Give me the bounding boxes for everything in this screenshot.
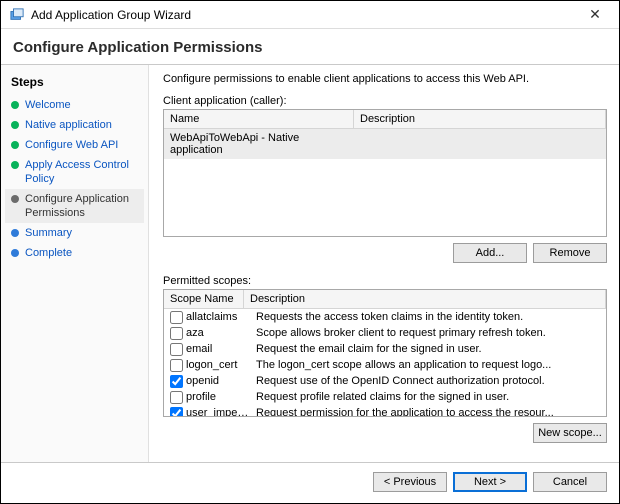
- step-label: Welcome: [25, 98, 71, 112]
- step-configure-application-permissions: Configure Application Permissions: [5, 189, 144, 223]
- step-apply-access-control-policy[interactable]: Apply Access Control Policy: [5, 155, 144, 189]
- client-row[interactable]: WebApiToWebApi - Native application: [164, 129, 606, 159]
- scope-row[interactable]: allatclaimsRequests the access token cla…: [164, 309, 606, 325]
- step-welcome[interactable]: Welcome: [5, 95, 144, 115]
- step-label: Native application: [25, 118, 112, 132]
- client-application-list[interactable]: Name Description WebApiToWebApi - Native…: [163, 109, 607, 237]
- scope-description: The logon_cert scope allows an applicati…: [256, 359, 602, 371]
- scope-checkbox[interactable]: [170, 407, 183, 418]
- step-bullet-icon: [11, 161, 19, 169]
- scope-name: allatclaims: [186, 311, 256, 323]
- scope-row[interactable]: azaScope allows broker client to request…: [164, 325, 606, 341]
- steps-sidebar: Steps Welcome Native application Configure…: [1, 65, 149, 462]
- new-scope-button[interactable]: New scope...: [533, 423, 607, 443]
- scope-checkbox[interactable]: [170, 391, 183, 404]
- next-button[interactable]: Next >: [453, 472, 527, 492]
- scope-col-description[interactable]: Description: [244, 290, 606, 308]
- client-col-name[interactable]: Name: [164, 110, 354, 128]
- step-bullet-icon: [11, 121, 19, 129]
- step-label: Summary: [25, 226, 72, 240]
- scope-checkbox[interactable]: [170, 375, 183, 388]
- scope-checkbox[interactable]: [170, 343, 183, 356]
- client-row-name: WebApiToWebApi - Native application: [164, 129, 354, 159]
- step-label: Complete: [25, 246, 72, 260]
- description-text: Configure permissions to enable client a…: [163, 73, 607, 85]
- scope-name: email: [186, 343, 256, 355]
- scope-checkbox[interactable]: [170, 359, 183, 372]
- step-bullet-icon: [11, 101, 19, 109]
- scope-checkbox[interactable]: [170, 311, 183, 324]
- client-columns: Name Description: [164, 110, 606, 129]
- window-title: Add Application Group Wizard: [31, 8, 579, 22]
- permitted-scopes-list[interactable]: Scope Name Description allatclaimsReques…: [163, 289, 607, 417]
- step-bullet-icon: [11, 141, 19, 149]
- step-configure-web-api[interactable]: Configure Web API: [5, 135, 144, 155]
- client-row-description: [354, 129, 606, 159]
- scope-columns: Scope Name Description: [164, 290, 606, 309]
- step-complete[interactable]: Complete: [5, 243, 144, 263]
- scope-name: aza: [186, 327, 256, 339]
- scope-col-name[interactable]: Scope Name: [164, 290, 244, 308]
- content-pane: Configure permissions to enable client a…: [149, 65, 619, 462]
- scope-checkbox[interactable]: [170, 327, 183, 340]
- previous-button[interactable]: < Previous: [373, 472, 447, 492]
- close-button[interactable]: ✕: [579, 6, 611, 23]
- step-label: Apply Access Control Policy: [25, 158, 138, 186]
- scope-description: Requests the access token claims in the …: [256, 311, 602, 323]
- steps-header: Steps: [5, 71, 144, 95]
- page-heading: Configure Application Permissions: [1, 29, 619, 65]
- main-area: Steps Welcome Native application Configure…: [1, 65, 619, 462]
- scope-name: openid: [186, 375, 256, 387]
- add-button[interactable]: Add...: [453, 243, 527, 263]
- remove-button[interactable]: Remove: [533, 243, 607, 263]
- cancel-button[interactable]: Cancel: [533, 472, 607, 492]
- step-label: Configure Web API: [25, 138, 118, 152]
- scope-description: Scope allows broker client to request pr…: [256, 327, 602, 339]
- scope-name: logon_cert: [186, 359, 256, 371]
- scope-description: Request profile related claims for the s…: [256, 391, 602, 403]
- scopes-label: Permitted scopes:: [163, 275, 607, 287]
- step-bullet-icon: [11, 195, 19, 203]
- step-native-application[interactable]: Native application: [5, 115, 144, 135]
- scope-description: Request use of the OpenID Connect author…: [256, 375, 602, 387]
- scope-row[interactable]: profileRequest profile related claims fo…: [164, 389, 606, 405]
- titlebar: Add Application Group Wizard ✕: [1, 1, 619, 29]
- clients-label: Client application (caller):: [163, 95, 607, 107]
- step-label: Configure Application Permissions: [25, 192, 138, 220]
- scope-description: Request permission for the application t…: [256, 407, 602, 417]
- scope-row[interactable]: openidRequest use of the OpenID Connect …: [164, 373, 606, 389]
- wizard-footer: < Previous Next > Cancel: [1, 462, 619, 500]
- client-col-description[interactable]: Description: [354, 110, 606, 128]
- scope-row[interactable]: logon_certThe logon_cert scope allows an…: [164, 357, 606, 373]
- scope-description: Request the email claim for the signed i…: [256, 343, 602, 355]
- scope-row[interactable]: user_imperso...Request permission for th…: [164, 405, 606, 417]
- scope-name: user_imperso...: [186, 407, 256, 417]
- step-summary[interactable]: Summary: [5, 223, 144, 243]
- scope-row[interactable]: emailRequest the email claim for the sig…: [164, 341, 606, 357]
- app-icon: [9, 7, 25, 23]
- scope-name: profile: [186, 391, 256, 403]
- step-bullet-icon: [11, 249, 19, 257]
- step-bullet-icon: [11, 229, 19, 237]
